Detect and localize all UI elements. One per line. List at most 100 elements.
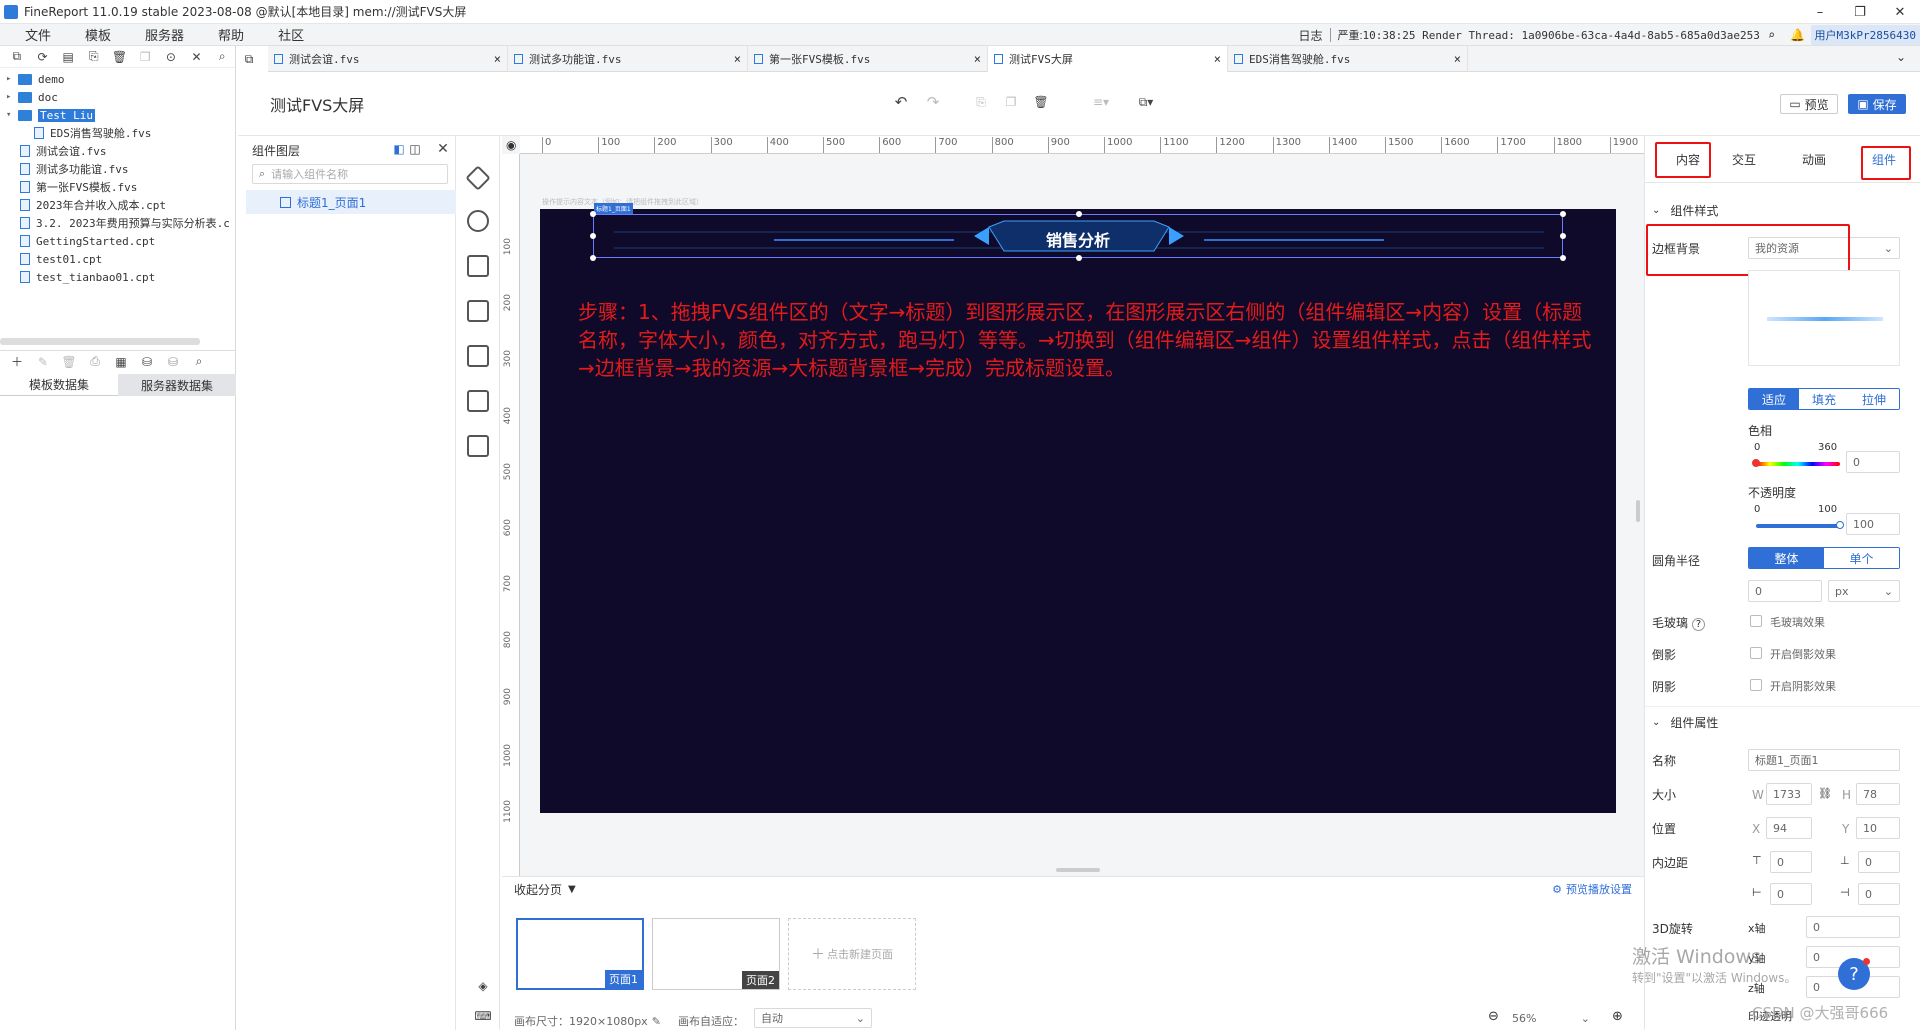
minimize-button[interactable]: –	[1800, 0, 1840, 24]
collapse-icon[interactable]: ✕	[189, 49, 205, 65]
handle-tr[interactable]	[1560, 211, 1566, 217]
zoom-out-icon[interactable]: ⊖	[1488, 1009, 1499, 1024]
opacity-slider[interactable]	[1756, 521, 1844, 529]
adapt-select[interactable]: 自动 ⌄	[754, 1008, 872, 1028]
help-icon[interactable]: ?	[1691, 618, 1706, 631]
expand-arrow-icon[interactable]: ▾	[6, 110, 18, 120]
layer-item[interactable]: 标题1_页面1	[246, 190, 456, 214]
chart-icon[interactable]	[466, 210, 489, 232]
play-settings-link[interactable]: ⚙ 预览播放设置	[1552, 881, 1632, 897]
name-input[interactable]: 标题1_页面1	[1748, 749, 1900, 771]
expand-arrow-icon[interactable]: ▸	[6, 74, 18, 84]
radius-all-option[interactable]: 整体	[1749, 548, 1824, 568]
height-input[interactable]: 78	[1856, 783, 1900, 805]
tab-server-dataset[interactable]: 服务器数据集	[118, 374, 236, 396]
search-icon[interactable]: ⌕	[1764, 27, 1780, 43]
border-bg-preview[interactable]	[1748, 270, 1900, 366]
tree-item[interactable]: 测试会谊.fvs	[0, 142, 235, 160]
panel-resize-handle[interactable]	[1636, 500, 1640, 522]
preview-button[interactable]: ▭ 预览	[1780, 94, 1838, 114]
close-tab-icon[interactable]: ×	[974, 52, 981, 66]
keyboard-icon[interactable]: ⌨	[474, 1008, 491, 1024]
refresh-icon[interactable]: ⟳	[35, 49, 51, 65]
x-input[interactable]: 94	[1766, 817, 1812, 839]
handle-br[interactable]	[1560, 255, 1566, 261]
tree-item[interactable]: 测试多功能谊.fvs	[0, 160, 235, 178]
archive-icon[interactable]	[466, 435, 489, 457]
page-thumb-1[interactable]: 页面1	[516, 918, 644, 990]
padding-right-input[interactable]: 0	[1858, 883, 1900, 905]
redo-icon[interactable]: ↷	[925, 93, 941, 111]
tree-item[interactable]: 3.2. 2023年费用预算与实际分析表.c	[0, 214, 235, 232]
duplicate-icon[interactable]: ❐	[137, 49, 153, 65]
align-icon[interactable]: ≡▾	[1093, 94, 1109, 110]
tab-template-dataset[interactable]: 模板数据集	[0, 374, 118, 396]
log-message[interactable]: 10:38:25 Render Thread: 1a0906be-63ca-4a…	[1363, 29, 1759, 42]
menu-community[interactable]: 社区	[261, 25, 321, 44]
close-window-button[interactable]: ✕	[1880, 0, 1920, 24]
edit-dataset-icon[interactable]: ✎	[35, 354, 51, 370]
new-template-icon[interactable]: ⧉	[9, 49, 25, 65]
tree-item[interactable]: ▸ doc	[0, 88, 235, 106]
document-tab[interactable]: EDS消售驾驶舱.fvs ×	[1228, 46, 1468, 72]
shadow-checkbox[interactable]	[1750, 679, 1762, 691]
text-icon[interactable]	[466, 255, 489, 277]
bell-icon[interactable]: 🔔	[1790, 27, 1806, 43]
handle-ml[interactable]	[590, 233, 596, 239]
search-dataset-icon[interactable]: ⌕	[191, 354, 207, 370]
layer-search-input[interactable]: ⌕ 请输入组件名称	[252, 164, 448, 184]
page-thumb-2[interactable]: 页面2	[652, 918, 780, 990]
hue-input[interactable]: 0	[1846, 451, 1900, 473]
section-style-header[interactable]: ⌄ 组件样式	[1652, 202, 1718, 219]
title-widget[interactable]: 标题1_页面1 销售分析	[590, 203, 1566, 261]
reflect-checkbox[interactable]	[1750, 647, 1762, 659]
layer-view-icon[interactable]: ◧	[391, 141, 407, 157]
rotate-x-input[interactable]: 0	[1806, 916, 1900, 938]
menu-file[interactable]: 文件	[8, 25, 68, 44]
dataset-table-icon[interactable]: ▦	[113, 354, 129, 370]
opacity-input[interactable]: 100	[1846, 513, 1900, 535]
document-tab[interactable]: 测试会谊.fvs ×	[268, 46, 508, 72]
section-props-header[interactable]: ⌄ 组件属性	[1652, 714, 1718, 731]
delete-widget-icon[interactable]: 🗑	[1033, 94, 1049, 110]
layer-order-icon[interactable]: ⧉▾	[1138, 94, 1154, 110]
new-page-button[interactable]: ＋点击新建页面	[788, 918, 916, 990]
document-tab[interactable]: 测试多功能谊.fvs ×	[508, 46, 748, 72]
remove-dataset-icon[interactable]: 🗑	[61, 354, 77, 370]
maximize-button[interactable]: ❐	[1840, 0, 1880, 24]
close-tab-icon[interactable]: ×	[494, 52, 501, 66]
copy-widget-icon[interactable]: ⎘	[973, 94, 989, 110]
handle-tm[interactable]	[1076, 211, 1082, 217]
radius-single-option[interactable]: 单个	[1824, 548, 1899, 568]
close-tab-icon[interactable]: ×	[1214, 52, 1221, 66]
layer-split-icon[interactable]: ◫	[407, 141, 423, 157]
eye-icon[interactable]: ◉	[506, 138, 516, 152]
component-3d-icon[interactable]	[464, 165, 491, 191]
fit-option[interactable]: 适应	[1749, 389, 1799, 409]
radius-input[interactable]: 0	[1748, 580, 1822, 602]
radius-mode-toggle[interactable]: 整体 单个	[1748, 547, 1900, 569]
tree-item[interactable]: 2023年合并收入成本.cpt	[0, 196, 235, 214]
tab-interaction[interactable]: 交互	[1716, 142, 1772, 176]
preview-dataset-icon[interactable]: ⎙	[87, 354, 103, 370]
document-tab[interactable]: 第一张FVS模板.fvs ×	[748, 46, 988, 72]
radius-unit-select[interactable]: px ⌄	[1828, 580, 1900, 602]
delete-icon[interactable]: 🗑	[112, 49, 128, 65]
open-icon[interactable]: ▤	[60, 49, 76, 65]
handle-bl[interactable]	[590, 255, 596, 261]
tree-scrollbar[interactable]	[0, 338, 200, 345]
tree-item[interactable]: GettingStarted.cpt	[0, 232, 235, 250]
lock-ratio-icon[interactable]: ⛓	[1818, 787, 1832, 800]
handle-mr[interactable]	[1560, 233, 1566, 239]
undo-icon[interactable]: ↶	[893, 93, 909, 111]
stretch-option[interactable]: 拉伸	[1849, 389, 1899, 409]
width-input[interactable]: 1733	[1766, 783, 1812, 805]
layers-toggle-icon[interactable]: ◈	[475, 978, 491, 994]
menu-help[interactable]: 帮助	[201, 25, 261, 44]
log-label[interactable]: 日志	[1290, 27, 1330, 44]
tree-item[interactable]: EDS消售驾驶舱.fvs	[0, 124, 235, 142]
close-layers-icon[interactable]: ✕	[435, 141, 451, 157]
padding-left-input[interactable]: 0	[1770, 883, 1812, 905]
hue-slider-handle[interactable]	[1752, 459, 1760, 467]
frosted-checkbox[interactable]	[1750, 615, 1762, 627]
